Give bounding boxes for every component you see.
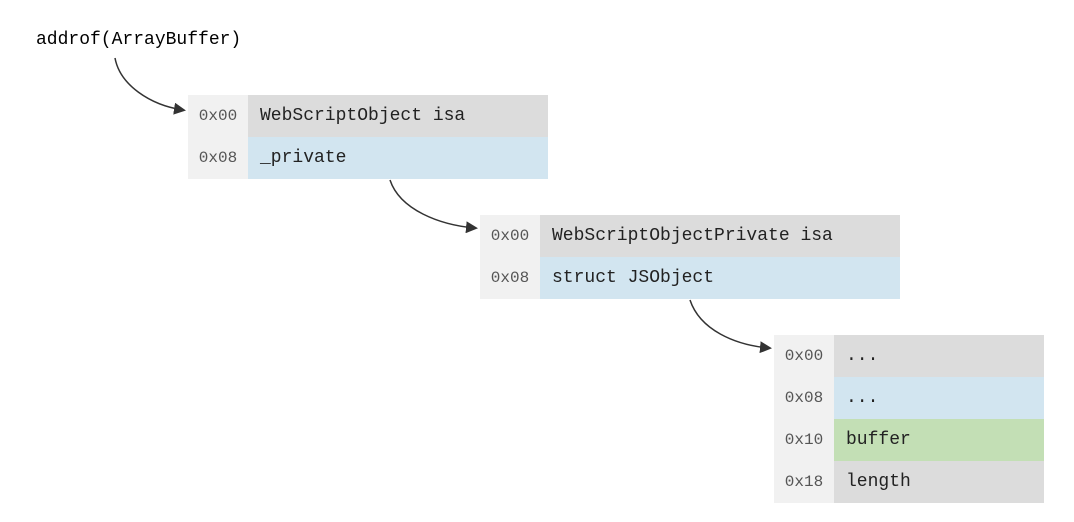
value-cell: _private: [248, 137, 548, 179]
table-row: 0x08 struct JSObject: [480, 257, 900, 299]
table-row: 0x00 WebScriptObjectPrivate isa: [480, 215, 900, 257]
value-cell: length: [834, 461, 1044, 503]
offset-cell: 0x00: [480, 215, 540, 257]
memory-table-3: 0x00 ... 0x08 ... 0x10 buffer 0x18 lengt…: [774, 335, 1044, 503]
value-cell: ...: [834, 377, 1044, 419]
table-row: 0x08 ...: [774, 377, 1044, 419]
offset-cell: 0x08: [188, 137, 248, 179]
table-row: 0x00 ...: [774, 335, 1044, 377]
offset-cell: 0x00: [774, 335, 834, 377]
value-cell: WebScriptObjectPrivate isa: [540, 215, 900, 257]
value-cell-buffer: buffer: [834, 419, 1044, 461]
offset-cell: 0x08: [480, 257, 540, 299]
table-row: 0x00 WebScriptObject isa: [188, 95, 548, 137]
offset-cell: 0x10: [774, 419, 834, 461]
memory-table-2: 0x00 WebScriptObjectPrivate isa 0x08 str…: [480, 215, 900, 299]
table-row: 0x18 length: [774, 461, 1044, 503]
value-cell: WebScriptObject isa: [248, 95, 548, 137]
arrow-title-to-table1: [115, 58, 183, 110]
table-row: 0x10 buffer: [774, 419, 1044, 461]
diagram-title: addrof(ArrayBuffer): [36, 30, 241, 50]
memory-table-1: 0x00 WebScriptObject isa 0x08 _private: [188, 95, 548, 179]
offset-cell: 0x08: [774, 377, 834, 419]
table-row: 0x08 _private: [188, 137, 548, 179]
offset-cell: 0x18: [774, 461, 834, 503]
arrow-table1-to-table2: [390, 180, 475, 228]
value-cell: struct JSObject: [540, 257, 900, 299]
offset-cell: 0x00: [188, 95, 248, 137]
arrow-table2-to-table3: [690, 300, 769, 348]
value-cell: ...: [834, 335, 1044, 377]
